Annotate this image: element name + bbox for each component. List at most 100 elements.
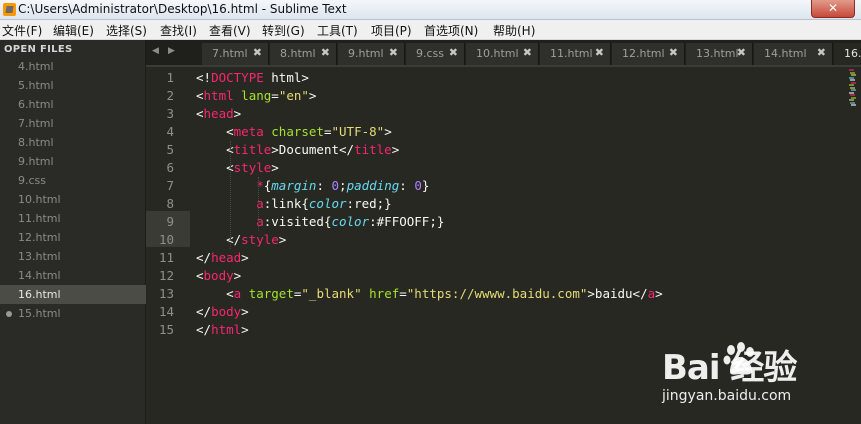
code-token: = xyxy=(271,88,279,103)
code-line: <meta charset="UTF-8"> xyxy=(196,123,392,141)
minimap[interactable] xyxy=(847,67,861,127)
menu-item[interactable]: 编辑(E) xyxy=(53,22,94,39)
code-token: < xyxy=(196,142,234,157)
code-line: </body> xyxy=(196,303,249,321)
sidebar-file-item[interactable]: 6.html xyxy=(0,95,146,114)
tab-close-icon[interactable]: ✖ xyxy=(321,46,330,59)
baidu-jingyan-watermark: Bai 经验 jingyan.baidu.com xyxy=(662,340,858,412)
sidebar-file-item[interactable]: 4.html xyxy=(0,57,146,76)
editor-tab[interactable]: 8.html ✖ xyxy=(270,43,337,65)
paw-icon xyxy=(723,342,754,375)
code-line: a:link{color:red;} xyxy=(196,195,391,213)
open-files-header: OPEN FILES xyxy=(4,44,73,55)
tab-label: 16.h xyxy=(844,47,861,60)
file-label: 11.html xyxy=(18,212,61,225)
code-token: > xyxy=(384,124,392,139)
line-number: 10 xyxy=(158,232,174,247)
editor-tab[interactable]: 7.html ✖ xyxy=(202,43,269,65)
tab-close-icon[interactable]: ✖ xyxy=(817,46,826,59)
tab-close-icon[interactable]: ✖ xyxy=(523,46,532,59)
sidebar-file-item[interactable]: 12.html xyxy=(0,228,146,247)
sidebar-file-item[interactable]: 16.html xyxy=(0,285,146,304)
tab-close-icon[interactable]: ✖ xyxy=(449,46,458,59)
sidebar-file-item[interactable]: 5.html xyxy=(0,76,146,95)
code-token: >Document</ xyxy=(271,142,355,157)
code-line: <head> xyxy=(196,105,241,123)
line-number: 4 xyxy=(166,124,174,139)
editor-tab[interactable]: 16.h xyxy=(834,43,861,65)
sidebar-file-item[interactable]: 9.html xyxy=(0,152,146,171)
line-number: 2 xyxy=(166,88,174,103)
tab-label: 7.html xyxy=(212,47,248,60)
file-label: 12.html xyxy=(18,231,61,244)
menu-item[interactable]: 查看(V) xyxy=(209,22,251,39)
sidebar-file-item[interactable]: 13.html xyxy=(0,247,146,266)
menu-item[interactable]: 帮助(H) xyxy=(493,22,535,39)
tab-label: 8.html xyxy=(280,47,316,60)
editor-tab[interactable]: 9.css ✖ xyxy=(406,43,465,65)
sidebar: OPEN FILES 4.html 5.html 6.html 7.html 8.htm… xyxy=(0,40,146,424)
editor-tab[interactable]: 11.html ✖ xyxy=(540,43,611,65)
file-label: 13.html xyxy=(18,250,61,263)
code-token: "_blank" xyxy=(301,286,362,301)
code-token: = xyxy=(323,124,332,139)
tab-close-icon[interactable]: ✖ xyxy=(389,46,398,59)
tab-scroll-right-icon[interactable]: ▶ xyxy=(168,46,175,56)
menu-item[interactable]: 转到(G) xyxy=(262,22,305,39)
code-token: href xyxy=(369,286,400,301)
tab-close-icon[interactable]: ✖ xyxy=(595,46,604,59)
sidebar-file-item[interactable]: 10.html xyxy=(0,190,146,209)
unsaved-dot-icon xyxy=(6,311,12,317)
code-token: < xyxy=(196,124,234,139)
editor-tab[interactable]: 14.html ✖ xyxy=(754,43,833,65)
code-line: <title>Document</title> xyxy=(196,141,399,159)
sidebar-file-item[interactable]: 7.html xyxy=(0,114,146,133)
file-label: 6.html xyxy=(18,98,54,111)
tab-label: 9.css xyxy=(416,47,445,60)
tab-scroll-left-icon[interactable]: ◀ xyxy=(152,46,159,56)
tab-close-icon[interactable]: ✖ xyxy=(737,46,746,59)
editor-tab[interactable]: 9.html ✖ xyxy=(338,43,405,65)
code-token: > xyxy=(655,286,663,301)
menu-item[interactable]: 首选项(N) xyxy=(424,22,478,39)
sidebar-file-item[interactable]: 8.html xyxy=(0,133,146,152)
code-token: > xyxy=(391,142,400,157)
tab-close-icon[interactable]: ✖ xyxy=(669,46,678,59)
menu-item[interactable]: 项目(P) xyxy=(371,22,412,39)
code-token: title xyxy=(233,142,272,157)
code-token: > xyxy=(241,322,249,337)
code-token: < xyxy=(196,106,204,121)
line-number: 7 xyxy=(166,178,174,193)
code-line: </style> xyxy=(196,231,286,249)
code-token: lang xyxy=(241,88,272,103)
tab-label: 12.html xyxy=(622,47,665,60)
sidebar-file-item[interactable]: 9.css xyxy=(0,171,146,190)
menu-item[interactable]: 工具(T) xyxy=(317,22,358,39)
code-token: DOCTYPE xyxy=(211,70,264,85)
code-token: "UTF-8" xyxy=(331,124,385,139)
code-token: </ xyxy=(196,232,242,247)
sidebar-file-item[interactable]: 11.html xyxy=(0,209,146,228)
code-token: >baidu</ xyxy=(587,286,648,301)
code-token: </ xyxy=(196,304,212,319)
editor-tab[interactable]: 13.html ✖ xyxy=(686,43,753,65)
sidebar-file-item[interactable]: 15.html xyxy=(0,304,146,323)
menu-item[interactable]: 选择(S) xyxy=(106,22,147,39)
code-token: style xyxy=(233,160,272,175)
line-number: 6 xyxy=(166,160,174,175)
tab-close-icon[interactable]: ✖ xyxy=(253,46,262,59)
code-token: html xyxy=(211,322,242,337)
close-window-button[interactable]: ✕ xyxy=(811,0,855,18)
menu-item[interactable]: 文件(F) xyxy=(2,22,42,39)
code-token: < xyxy=(196,268,204,283)
line-number: 5 xyxy=(166,142,174,157)
editor-tab[interactable]: 12.html ✖ xyxy=(612,43,685,65)
file-label: 10.html xyxy=(18,193,61,206)
menu-item[interactable]: 查找(I) xyxy=(160,22,197,39)
code-token: </ xyxy=(196,322,212,337)
sidebar-file-item[interactable]: 14.html xyxy=(0,266,146,285)
editor-tab[interactable]: 10.html ✖ xyxy=(466,43,539,65)
code-token: padding xyxy=(346,178,400,193)
